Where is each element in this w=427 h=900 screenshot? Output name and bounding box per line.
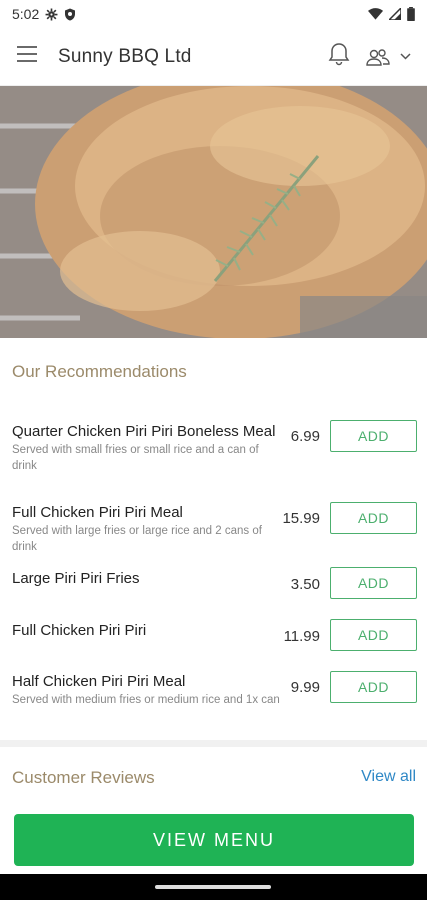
notification-bell-icon[interactable] (328, 42, 350, 71)
battery-icon (407, 7, 415, 21)
shield-icon (64, 8, 76, 21)
menu-item-price: 11.99 (283, 628, 320, 645)
menu-item: Quarter Chicken Piri Piri Boneless Meal … (0, 424, 290, 474)
add-button[interactable]: ADD (330, 502, 417, 534)
users-icon (366, 48, 390, 66)
cell-signal-icon (389, 8, 401, 20)
restaurant-title: Sunny BBQ Ltd (58, 45, 192, 67)
home-gesture-handle[interactable] (155, 885, 271, 889)
menu-item-name: Full Chicken Piri Piri (12, 622, 147, 639)
status-bar: 5:02 (0, 0, 427, 28)
menu-item: Large Piri Piri Fries (0, 571, 290, 587)
wifi-icon (368, 8, 383, 20)
add-button[interactable]: ADD (330, 619, 417, 651)
menu-item-price: 3.50 (290, 576, 320, 593)
view-all-reviews-link[interactable]: View all (361, 768, 416, 786)
menu-item-price: 9.99 (290, 679, 320, 696)
view-menu-button[interactable]: VIEW MENU (14, 814, 414, 866)
chevron-down-icon (400, 53, 411, 60)
menu-item: Full Chicken Piri Piri (0, 623, 290, 639)
menu-item-price: 15.99 (282, 510, 320, 527)
reviews-heading: Customer Reviews (12, 768, 155, 787)
menu-item-price: 6.99 (290, 428, 320, 445)
section-divider (0, 740, 427, 747)
menu-hamburger-icon[interactable] (16, 45, 38, 68)
menu-item-name: Large Piri Piri Fries (12, 570, 140, 587)
add-button[interactable]: ADD (330, 420, 417, 452)
add-button[interactable]: ADD (330, 671, 417, 703)
status-time: 5:02 (12, 6, 40, 22)
menu-item-name: Half Chicken Piri Piri Meal (12, 673, 186, 690)
add-button[interactable]: ADD (330, 567, 417, 599)
menu-item-description: Served with large fries or large rice an… (12, 525, 262, 553)
menu-item: Half Chicken Piri Piri Meal Served with … (0, 674, 290, 708)
account-menu-button[interactable] (366, 48, 411, 66)
recommendations-heading: Our Recommendations (12, 362, 187, 381)
app-bar: Sunny BBQ Ltd (0, 28, 427, 86)
menu-item-description: Served with medium fries or medium rice … (12, 694, 280, 706)
menu-item: Full Chicken Piri Piri Meal Served with … (0, 505, 290, 555)
hero-image (0, 86, 427, 338)
menu-item-description: Served with small fries or small rice an… (12, 444, 259, 472)
settings-gear-icon (45, 8, 58, 21)
system-nav-bar (0, 874, 427, 900)
menu-item-name: Full Chicken Piri Piri Meal (12, 504, 183, 521)
menu-item-name: Quarter Chicken Piri Piri Boneless Meal (12, 423, 276, 440)
